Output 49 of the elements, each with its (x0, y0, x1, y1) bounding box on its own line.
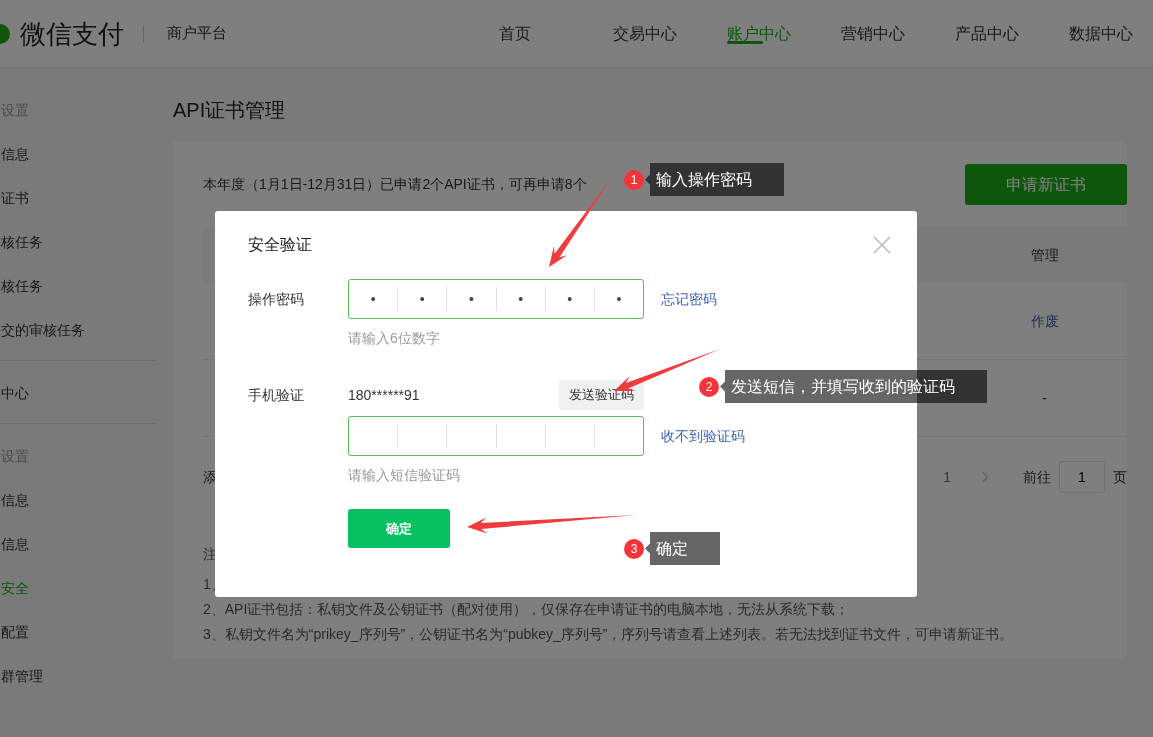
sidebar-item[interactable]: 群管理 (0, 654, 157, 698)
nav-tab[interactable]: 产品中心 (955, 0, 1069, 67)
next-page-icon[interactable] (981, 471, 989, 483)
goto-label: 前往 (1023, 467, 1051, 487)
field-label: 操作密码 (248, 289, 305, 309)
annotation-callout: 确定 (645, 532, 720, 565)
platform-name: 商户平台 (167, 23, 227, 44)
confirm-button[interactable]: 确定 (348, 509, 450, 548)
page-title: API证书管理 (173, 98, 287, 123)
sidebar-item[interactable]: 证书 (0, 176, 157, 220)
sidebar-item[interactable]: 信息 (0, 478, 157, 522)
note-text: 1、 (203, 575, 225, 594)
close-icon[interactable] (873, 236, 891, 254)
quota-text: 本年度（1月1日-12月31日）已申请2个API证书，可再申请8个 (203, 175, 587, 194)
note-text: 注 (203, 545, 217, 564)
sidebar-item[interactable]: 核任务 (0, 220, 157, 264)
page-suffix: 页 (1113, 467, 1127, 487)
phone-number: 180******91 (348, 385, 420, 405)
page-number[interactable]: 1 (943, 466, 951, 488)
apply-button[interactable]: 申请新证书 (965, 164, 1127, 205)
void-link[interactable]: 作废 (962, 310, 1127, 332)
sidebar-item[interactable]: 信息 (0, 132, 157, 176)
nav-tab[interactable]: 交易中心 (613, 0, 727, 67)
note-text: 3、私钥文件名为“prikey_序列号”，公钥证书名为“pubkey_序列号”，序列号请查看上述列表。若无法找到证书文件，可申请新证书。 (203, 625, 1014, 644)
annotation-callout: 输入操作密码 (645, 163, 784, 196)
dialog-title: 安全验证 (248, 235, 312, 255)
sidebar-item[interactable]: 核任务 (0, 264, 157, 308)
logo-text: 微信支付 (20, 20, 124, 47)
annotation-callout: 发送短信，并填写收到的验证码 (720, 370, 987, 403)
nav-tab[interactable]: 营销中心 (841, 0, 955, 67)
table-cell-text: - (1041, 388, 1048, 408)
sidebar-item[interactable]: 中心 (0, 371, 157, 415)
nav-tab[interactable]: 首页 (499, 0, 613, 67)
hint-text: 请输入6位数字 (348, 329, 441, 348)
code-input[interactable] (348, 416, 644, 456)
sidebar-item[interactable]: 配置 (0, 610, 157, 654)
code-input[interactable]: • • • • • • (348, 279, 644, 319)
column-header: 管理 (1029, 245, 1060, 265)
resend-help-link[interactable]: 收不到验证码 (661, 425, 745, 447)
sidebar-item[interactable]: 交的审核任务 (0, 308, 157, 352)
sidebar-item[interactable]: 安全 (0, 566, 157, 610)
nav-tab[interactable]: 数据中心 (1069, 0, 1153, 67)
hint-text: 请输入短信验证码 (348, 466, 461, 485)
page-input[interactable]: 1 (1059, 461, 1105, 493)
forgot-password-link[interactable]: 忘记密码 (661, 288, 717, 310)
sidebar-item[interactable]: 信息 (0, 522, 157, 566)
note-text: 2、API证书包括：私钥文件及公钥证书（配对使用），仅保存在申请证书的电脑本地，无法从系统下载； (203, 600, 850, 619)
field-label: 手机验证 (248, 385, 305, 405)
nav-tab[interactable]: 账户中心 (727, 0, 841, 67)
